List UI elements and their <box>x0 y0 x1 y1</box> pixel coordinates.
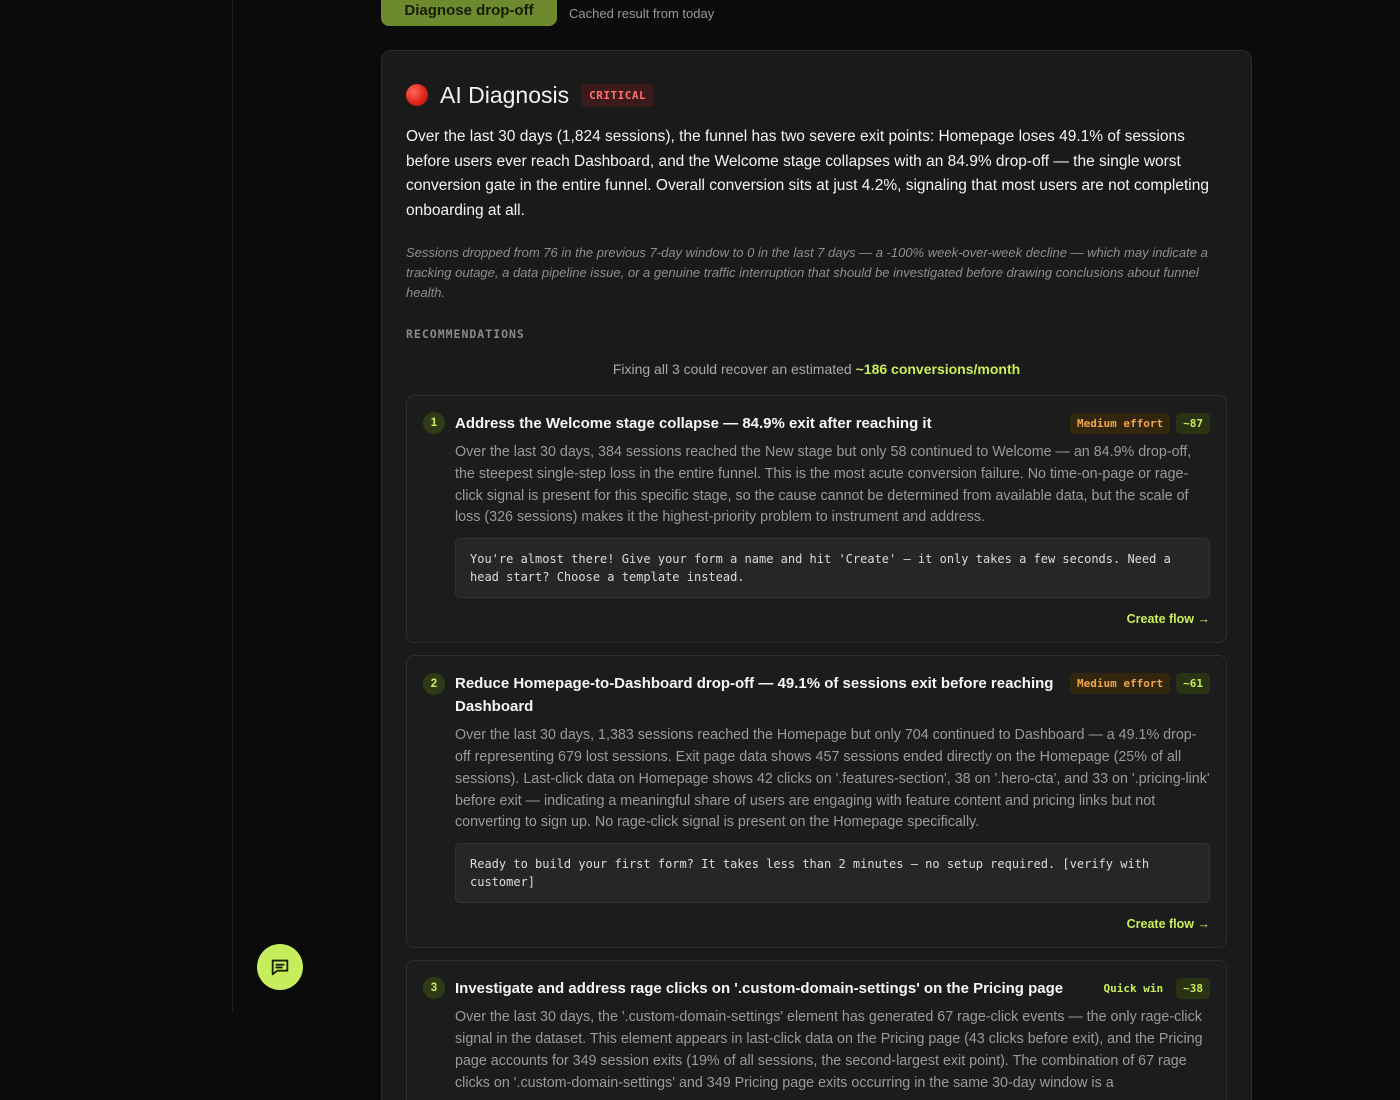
recommendation-body: Over the last 30 days, 384 sessions reac… <box>455 444 1192 526</box>
chat-bubble-icon <box>271 959 289 976</box>
sidebar-divider <box>232 0 233 1012</box>
recommendations-heading: RECOMMENDATIONS <box>406 327 525 341</box>
recommendation-number: 2 <box>423 673 445 696</box>
effort-badge: Quick win <box>1103 982 1164 996</box>
recommendation-body: Over the last 30 days, the '.custom-doma… <box>455 1009 1203 1091</box>
diagnosis-header: AI Diagnosis CRITICAL <box>406 79 1227 111</box>
ai-diagnosis-panel: AI Diagnosis CRITICAL Over the last 30 d… <box>381 50 1252 1100</box>
diagnosis-summary: Over the last 30 days (1,824 sessions), … <box>406 128 1209 219</box>
recovery-estimate: Fixing all 3 could recover an estimated … <box>406 361 1227 377</box>
create-flow-link[interactable]: Create flow → <box>423 917 1210 931</box>
impact-badge: ~87 <box>1176 413 1210 434</box>
trend-warning-note: Sessions dropped from 76 in the previous… <box>406 245 1208 300</box>
red-circle-icon <box>406 84 428 106</box>
recommendation-title: Reduce Homepage-to-Dashboard drop-off — … <box>455 675 1054 716</box>
suggested-copy-block: You're almost there! Give your form a na… <box>455 538 1210 599</box>
suggested-copy-block: Ready to build your first form? It takes… <box>455 843 1210 904</box>
effort-badge: Medium effort <box>1070 413 1171 434</box>
impact-badge: ~61 <box>1176 673 1210 695</box>
recommendation-number: 1 <box>423 412 445 434</box>
recovery-estimate-value: ~186 conversions/month <box>855 361 1021 377</box>
recommendation-card: 3 Investigate and address rage clicks on… <box>406 960 1227 1100</box>
recommendation-title: Investigate and address rage clicks on '… <box>455 980 1064 998</box>
recommendation-title: Address the Welcome stage collapse — 84.… <box>455 415 932 432</box>
effort-badge: Medium effort <box>1070 673 1171 695</box>
chat-button[interactable] <box>257 944 303 990</box>
recommendation-number: 3 <box>423 977 445 1000</box>
diagnose-dropoff-button[interactable]: Diagnose drop-off <box>381 0 557 26</box>
severity-badge: CRITICAL <box>581 83 655 107</box>
diagnose-toolbar: Diagnose drop-off Cached result from tod… <box>381 0 714 26</box>
cache-status-text: Cached result from today <box>569 5 715 21</box>
recommendation-card: 2 Reduce Homepage-to-Dashboard drop-off … <box>406 655 1227 949</box>
impact-badge: ~38 <box>1176 978 1210 1000</box>
recovery-estimate-label: Fixing all 3 could recover an estimated <box>612 361 852 377</box>
recommendation-body: Over the last 30 days, 1,383 sessions re… <box>455 727 1210 831</box>
create-flow-link[interactable]: Create flow → <box>423 612 1210 626</box>
recommendation-card: 1 Address the Welcome stage collapse — 8… <box>406 395 1227 644</box>
diagnosis-title: AI Diagnosis <box>440 81 570 108</box>
